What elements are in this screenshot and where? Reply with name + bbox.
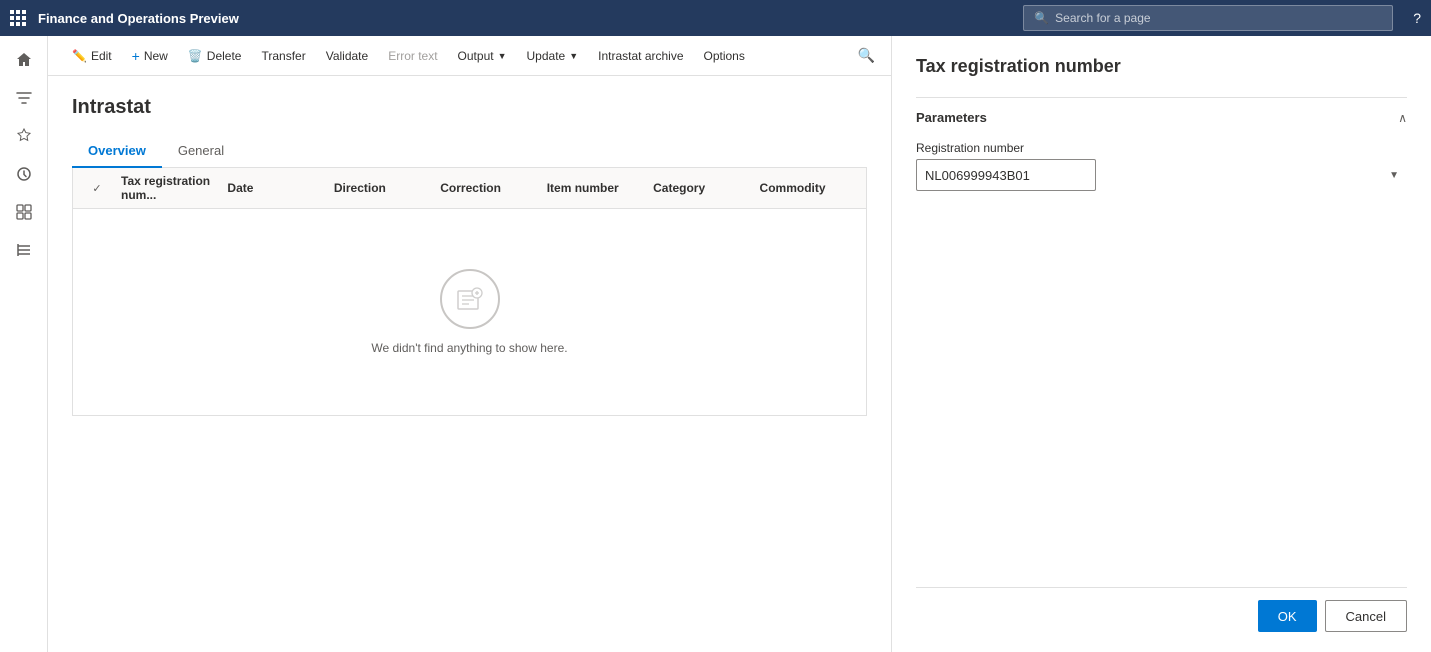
update-chevron-icon: ▼ bbox=[569, 51, 578, 61]
transfer-button[interactable]: Transfer bbox=[253, 45, 313, 67]
app-title: Finance and Operations Preview bbox=[38, 11, 1011, 26]
modules-icon[interactable] bbox=[8, 234, 40, 266]
empty-message: We didn't find anything to show here. bbox=[371, 341, 567, 355]
content-area: ✏️ Edit + New 🗑️ Delete Transfer Validat… bbox=[48, 36, 891, 652]
select-chevron-icon: ▼ bbox=[1389, 170, 1399, 181]
page-title: Intrastat bbox=[72, 96, 867, 119]
new-icon: + bbox=[132, 48, 140, 64]
select-all-check[interactable]: ✓ bbox=[81, 182, 113, 195]
search-icon: 🔍 bbox=[1034, 11, 1049, 25]
col-commodity: Commodity bbox=[752, 181, 858, 195]
top-bar: Finance and Operations Preview 🔍 Search … bbox=[0, 0, 1431, 36]
parameters-header: Parameters ∧ bbox=[916, 110, 1407, 125]
favorites-icon[interactable] bbox=[8, 120, 40, 152]
registration-number-field: Registration number NL006999943B01 ▼ bbox=[916, 141, 1407, 191]
empty-state: We didn't find anything to show here. bbox=[73, 209, 866, 415]
recent-icon[interactable] bbox=[8, 158, 40, 190]
help-icon[interactable]: ? bbox=[1413, 10, 1421, 26]
search-placeholder: Search for a page bbox=[1055, 11, 1150, 25]
empty-icon bbox=[440, 269, 500, 329]
filter-icon[interactable] bbox=[8, 82, 40, 114]
parameters-title: Parameters bbox=[916, 110, 987, 125]
sidebar bbox=[0, 36, 48, 652]
output-chevron-icon: ▼ bbox=[498, 51, 507, 61]
output-button[interactable]: Output ▼ bbox=[450, 45, 515, 67]
edit-icon: ✏️ bbox=[72, 49, 87, 63]
validate-button[interactable]: Validate bbox=[318, 45, 376, 67]
tab-general[interactable]: General bbox=[162, 135, 240, 168]
error-text-button[interactable]: Error text bbox=[380, 45, 445, 67]
app-menu-icon[interactable] bbox=[10, 10, 26, 26]
update-button[interactable]: Update ▼ bbox=[519, 45, 587, 67]
options-button[interactable]: Options bbox=[696, 45, 753, 67]
delete-button[interactable]: 🗑️ Delete bbox=[180, 45, 250, 67]
tab-overview[interactable]: Overview bbox=[72, 135, 162, 168]
workspaces-icon[interactable] bbox=[8, 196, 40, 228]
home-icon[interactable] bbox=[8, 44, 40, 76]
main-layout: ✏️ Edit + New 🗑️ Delete Transfer Validat… bbox=[0, 36, 1431, 652]
parameters-section: Parameters ∧ Registration number NL00699… bbox=[916, 97, 1407, 203]
toolbar: ✏️ Edit + New 🗑️ Delete Transfer Validat… bbox=[48, 36, 891, 76]
parameters-chevron-icon[interactable]: ∧ bbox=[1398, 111, 1407, 125]
global-search[interactable]: 🔍 Search for a page bbox=[1023, 5, 1393, 31]
col-date: Date bbox=[219, 181, 325, 195]
col-category: Category bbox=[645, 181, 751, 195]
tabs: Overview General bbox=[72, 135, 867, 168]
registration-number-label: Registration number bbox=[916, 141, 1407, 155]
edit-button[interactable]: ✏️ Edit bbox=[64, 45, 120, 67]
col-correction: Correction bbox=[432, 181, 538, 195]
delete-icon: 🗑️ bbox=[188, 49, 203, 63]
intrastat-archive-button[interactable]: Intrastat archive bbox=[590, 45, 691, 67]
new-button[interactable]: + New bbox=[124, 44, 176, 68]
top-bar-right: ? bbox=[1413, 10, 1421, 26]
registration-number-select[interactable]: NL006999943B01 bbox=[916, 159, 1096, 191]
ok-button[interactable]: OK bbox=[1258, 600, 1317, 632]
toolbar-search-icon[interactable]: 🔍 bbox=[858, 47, 875, 64]
cancel-button[interactable]: Cancel bbox=[1325, 600, 1407, 632]
panel-title: Tax registration number bbox=[916, 56, 1407, 77]
data-table: ✓ Tax registration num... Date Direction… bbox=[72, 168, 867, 416]
page-content: Intrastat Overview General ✓ Tax registr… bbox=[48, 76, 891, 652]
right-panel: Tax registration number Parameters ∧ Reg… bbox=[891, 36, 1431, 652]
registration-number-select-wrapper: NL006999943B01 ▼ bbox=[916, 159, 1407, 191]
table-header: ✓ Tax registration num... Date Direction… bbox=[73, 168, 866, 209]
col-item-number: Item number bbox=[539, 181, 645, 195]
check-icon: ✓ bbox=[92, 182, 101, 195]
panel-footer: OK Cancel bbox=[916, 587, 1407, 632]
col-tax-reg: Tax registration num... bbox=[113, 174, 219, 202]
col-direction: Direction bbox=[326, 181, 432, 195]
